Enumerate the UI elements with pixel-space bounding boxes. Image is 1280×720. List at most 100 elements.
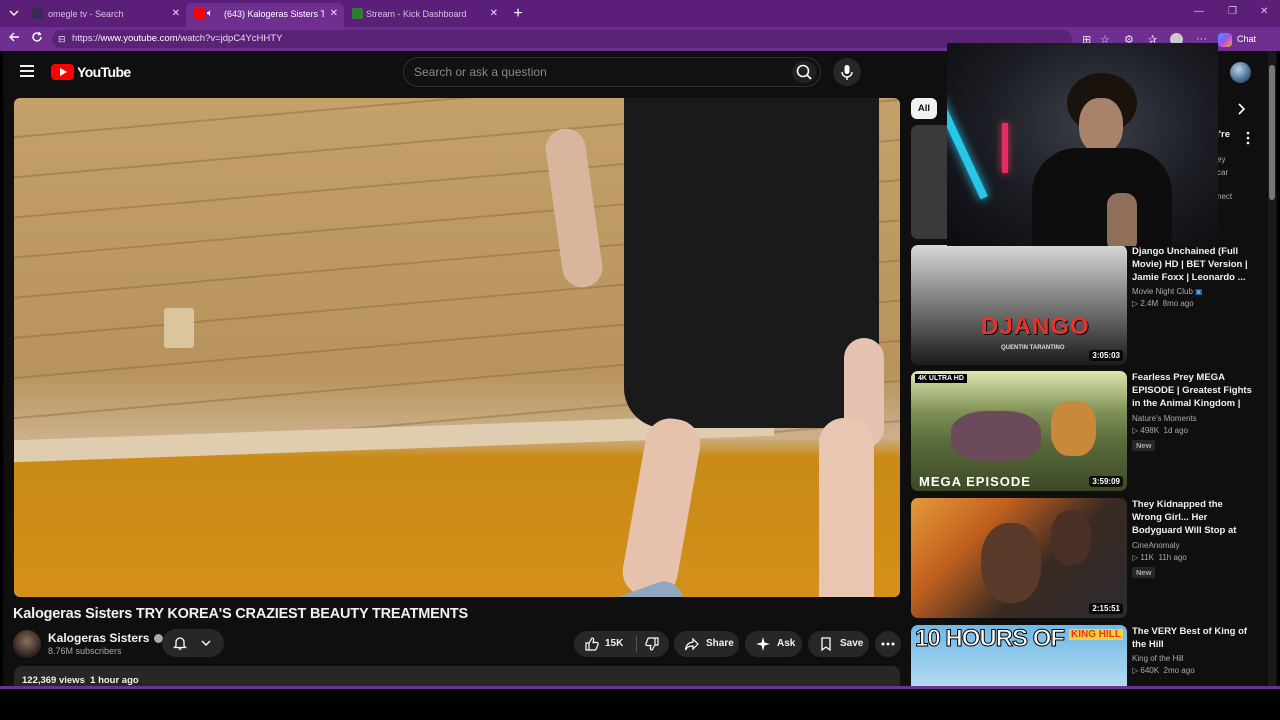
chips-next-button[interactable] [1231,100,1251,120]
partial-line: ey [1217,155,1226,164]
scrollbar-thumb[interactable] [1269,65,1275,200]
new-badge: New [1132,567,1156,578]
channel-name[interactable]: Kalogeras Sisters [48,631,164,645]
speaker-icon[interactable]: 🔈︎ [207,3,213,25]
new-tab-button[interactable]: + [508,4,528,24]
tab-title: omegle tv - Search [48,9,124,19]
kick-favicon-icon [352,8,363,19]
upload-age: 1d ago [1163,426,1188,435]
url-field[interactable]: ⊟ https://www.youtube.com/watch?v=jdpC4Y… [52,30,1072,48]
recommendation-item[interactable]: 10 HOURS OF KING HILL The VERY Best of K… [911,625,1251,686]
webcam-person-arm [1107,193,1137,246]
youtube-wordmark: YouTube [77,64,131,80]
share-label: Share [706,638,734,649]
tab-list-button[interactable] [4,4,24,24]
url-path: /watch?v=jdpC4YcHHTY [177,33,283,44]
video-options-button[interactable] [1245,131,1251,150]
video-frame-leg [618,414,705,597]
recommendation-stats: ▷ 498K 1d ago [1132,426,1188,435]
search-input[interactable] [404,58,774,86]
sparkle-icon [756,637,770,651]
recommendation-channel[interactable]: King of the Hill [1132,654,1254,663]
save-label: Save [840,638,864,649]
refresh-button[interactable] [29,31,45,47]
search-button[interactable] [792,61,816,83]
site-info-icon[interactable]: ⊟ [58,30,66,48]
recommendation-channel[interactable]: Nature's Moments [1132,414,1254,423]
account-avatar[interactable] [1230,62,1251,83]
view-count: 11K [1140,553,1155,562]
webcam-overlay [947,43,1218,246]
tab-kick-dashboard[interactable]: Stream - Kick Dashboard ✕ [344,3,504,27]
recommendation-stats: ▷ 640K 2mo ago [1132,666,1195,675]
recommendation-channel[interactable]: CineAnomaly [1132,541,1254,550]
youtube-play-logo-icon [51,64,74,80]
recommendation-title[interactable]: Fearless Prey MEGA EPISODE | Greatest Fi… [1132,371,1254,411]
close-tab-icon[interactable]: ✕ [490,3,498,25]
recommendation-item[interactable]: 2:15:51 They Kidnapped the Wrong Girl...… [911,498,1251,618]
video-thumbnail[interactable]: 2:15:51 [911,498,1127,618]
webcam-person-face [1079,98,1123,153]
recommendation-item[interactable]: 4K ULTRA HD MEGA EPISODE 3:59:09 Fearles… [911,371,1254,491]
close-window-icon[interactable]: ✕ [1260,6,1268,17]
like-count[interactable]: 15K [605,631,623,657]
refresh-icon [32,31,42,42]
view-count: 2.4M [1140,299,1159,308]
browser-frame-bottom [0,686,1280,689]
video-frame-leg [819,418,874,597]
thumbs-down-icon[interactable] [644,636,660,652]
divider [636,636,637,652]
video-thumbnail[interactable]: 10 HOURS OF KING HILL [911,625,1127,686]
thumbnail-animal [951,411,1041,461]
url-host: www.youtube.com [100,33,178,44]
copilot-logo-icon [1218,32,1232,47]
recommendation-title[interactable]: The VERY Best of King of the Hill [1132,625,1254,651]
like-dislike-group: 15K [574,631,669,657]
voice-search-button[interactable] [833,58,861,86]
share-button[interactable]: Share [674,631,739,657]
recommendation-title[interactable]: They Kidnapped the Wrong Girl... Her Bod… [1132,498,1254,538]
more-vertical-icon [1246,131,1250,145]
page-scrollbar[interactable] [1268,51,1276,686]
video-frame-outlet [164,308,194,348]
video-duration: 3:59:09 [1089,476,1123,487]
partial-line: nect [1217,192,1233,201]
tab-youtube-video[interactable]: 🔈︎ (643) Kalogeras Sisters TRY K ✕ [186,3,344,27]
view-count: 122,369 views [22,675,85,686]
thumbs-up-icon[interactable] [584,636,600,652]
recommendation-stats: ▷ 11K 11h ago [1132,553,1187,562]
bookmark-icon [821,637,831,652]
close-tab-icon[interactable]: ✕ [330,3,338,25]
new-badge: New [1132,440,1156,451]
partial-line: car [1217,168,1229,177]
recommendation-item[interactable]: DJANGO QUENTIN TARANTINO 3:05:03 Django … [911,245,1251,365]
chip-all[interactable]: All [911,98,937,119]
video-thumbnail[interactable]: DJANGO QUENTIN TARANTINO 3:05:03 [911,245,1127,365]
copilot-chat-button[interactable]: Chat [1218,31,1256,47]
restore-icon[interactable]: ❐ [1228,6,1237,17]
channel-avatar[interactable] [13,630,41,658]
tab-omegle-search[interactable]: omegle tv - Search ✕ [26,3,186,27]
video-player[interactable] [14,98,900,597]
notification-settings-button[interactable] [162,629,224,657]
share-arrow-icon [684,637,699,651]
more-actions-button[interactable] [875,631,901,657]
upload-age: 8mo ago [1162,299,1194,308]
video-meta: 122,369 views 1 hour ago [22,675,139,686]
close-tab-icon[interactable]: ✕ [172,3,180,25]
recommendation-info: Fearless Prey MEGA EPISODE | Greatest Fi… [1132,371,1254,453]
thumbnail-face [981,523,1041,603]
search-box [403,57,821,87]
recommendation-title[interactable]: Django Unchained (Full Movie) HD | BET V… [1132,245,1254,284]
minimize-icon[interactable]: — [1194,6,1204,17]
description-box[interactable]: 122,369 views 1 hour ago [14,666,900,686]
back-button[interactable] [6,31,22,47]
browser-tab-bar: omegle tv - Search ✕ 🔈︎ (643) Kalogeras … [0,0,1280,27]
thumbnail-text: MEGA EPISODE [919,474,1031,489]
video-thumbnail[interactable]: 4K ULTRA HD MEGA EPISODE 3:59:09 [911,371,1127,491]
hamburger-menu-icon[interactable] [20,65,34,80]
save-button[interactable]: Save [808,631,869,657]
recommendation-channel[interactable]: Movie Night Club ▣ [1132,287,1254,296]
ask-button[interactable]: Ask [745,631,802,657]
chat-label: Chat [1237,34,1257,44]
